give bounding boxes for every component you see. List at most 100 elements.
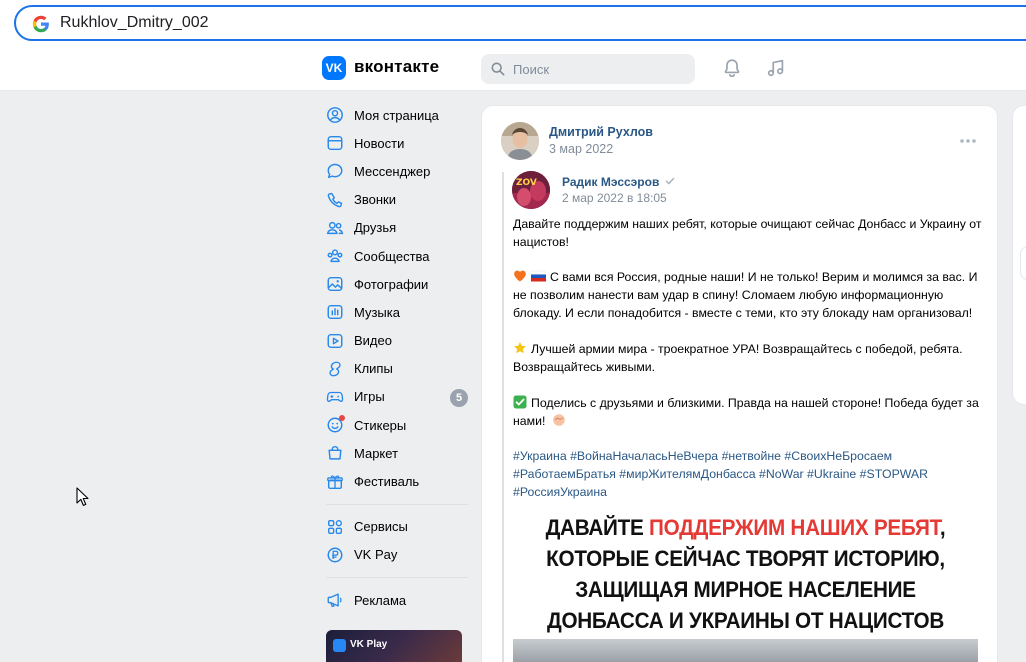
music-bars-icon [327,305,343,320]
megaphone-icon [327,593,342,608]
nav-item-market[interactable]: Маркет [318,439,478,467]
nav-item-calls[interactable]: Звонки [318,186,478,214]
vk-play-promo[interactable]: VK Play [326,630,462,662]
browser-address-bar: Rukhlov_Dmitry_002 [0,0,1026,46]
vk-logo-text[interactable]: вконтакте [354,57,439,77]
paragraph-4-text: Поделись с друзьями и близкими. Правда н… [513,396,979,428]
vk-header: VK вконтакте [0,46,1026,91]
verified-check-icon [665,177,675,185]
mouse-cursor-icon [76,487,89,506]
nav-label: Реклама [354,592,407,608]
post-paragraph-4: Поделись с друзьями и близкими. Правда н… [513,394,985,430]
image-line-3: ЗАЩИЩАЯ МИРНОЕ НАСЕЛЕНИЕ [575,577,916,602]
right-side-card [1012,105,1026,405]
nav-item-stickers[interactable]: Стикеры [318,411,478,439]
post-paragraph-3: Лучшей армии мира - троекратное УРА! Воз… [513,340,985,376]
nav-item-ads[interactable]: Реклама [318,586,478,614]
repost-author-name[interactable]: Радик Мэссэров [562,175,659,189]
post-paragraph-1: Давайте поддержим наших ребят, которые о… [513,217,982,249]
more-options-icon[interactable] [958,134,978,148]
nav-label: VK Pay [354,547,398,563]
nav-label: Мессенджер [354,163,431,179]
nav-item-vkpay[interactable]: VK Pay [318,541,478,569]
check-mark-emoji-icon [513,395,527,409]
image-photo-strip [513,639,978,662]
post-hashtags[interactable]: #Украина #ВойнаНачаласьНеВчера #нетвойне… [513,447,985,501]
gamepad-icon [326,391,344,402]
nav-label: Звонки [354,192,396,208]
image-line-1-highlight: ПОДДЕРЖИМ НАШИХ РЕБЯТ [649,515,940,540]
image-line-1-end: , [939,515,946,540]
nav-item-messenger[interactable]: Мессенджер [318,157,478,185]
russian-flag-icon [530,269,547,283]
sticker-icon-wrap [326,415,345,434]
games-count-badge: 5 [450,388,468,407]
video-icon [327,333,343,348]
vk-logo-icon[interactable]: VK [322,56,346,80]
image-line-2: КОТОРЫЕ СЕЙЧАС ТВОРЯТ ИСТОРИЮ, [546,546,945,571]
nav-item-video[interactable]: Видео [318,327,478,355]
search-input[interactable] [513,54,683,84]
repost-indicator-line [502,172,504,662]
chat-bubble-icon [327,164,343,179]
search-box[interactable] [481,54,695,84]
nav-item-communities[interactable]: Сообщества [318,242,478,270]
address-field[interactable]: Rukhlov_Dmitry_002 [14,5,1026,41]
handshake-emoji-icon [552,413,566,427]
nav-item-music[interactable]: Музыка [318,298,478,326]
nav-item-festival[interactable]: Фестиваль [318,467,478,495]
nav-label: Фестиваль [354,474,420,490]
nav-label: Сервисы [354,519,408,535]
nav-item-services[interactable]: Сервисы [318,513,478,541]
users-icon [326,221,344,234]
nav-item-my-page[interactable]: Моя страница [318,101,478,129]
notification-dot [339,415,345,422]
nav-item-friends[interactable]: Друзья [318,214,478,242]
clips-icon [329,361,341,377]
nav-label: Стикеры [354,417,407,433]
search-icon [491,62,505,76]
nav-label: Фотографии [354,276,429,292]
bell-icon[interactable] [721,57,743,79]
nav-divider [326,577,468,578]
google-icon [32,15,49,33]
right-card-control[interactable] [1020,246,1026,280]
nav-item-photos[interactable]: Фотографии [318,270,478,298]
services-grid-icon [328,519,342,534]
nav-label: Сообщества [354,248,430,264]
post-paragraph-2: С вами вся Россия, родные наши! И не тол… [513,268,985,322]
nav-label: Видео [354,333,392,349]
person-photo-icon [501,122,539,160]
phone-icon [327,192,343,208]
author-name[interactable]: Дмитрий Рухлов [549,125,653,139]
nav-label: Маркет [354,445,399,461]
post-card: Дмитрий Рухлов 3 мар 2022 ZOV Радик Мэсс… [481,105,998,662]
image-line-1: ДАВАЙТЕ ПОДДЕРЖИМ НАШИХ РЕБЯТ, [532,512,960,543]
vk-play-logo-icon [333,639,346,652]
nav-item-news[interactable]: Новости [318,129,478,157]
author-avatar[interactable] [501,122,539,160]
paragraph-3-text: Лучшей армии мира - троекратное УРА! Воз… [513,342,963,374]
repost-date[interactable]: 2 мар 2022 в 18:05 [562,191,667,205]
nav-label: Клипы [354,361,393,377]
star-emoji-icon [513,341,527,355]
post-image-text: ДАВАЙТЕ ПОДДЕРЖИМ НАШИХ РЕБЯТ, КОТОРЫЕ С… [513,506,978,636]
repost-author-avatar[interactable]: ZOV [512,171,550,209]
photo-icon [327,277,343,292]
vk-play-label: VK Play [350,639,388,650]
newspaper-icon [327,136,343,151]
nav-label: Моя страница [354,107,439,123]
address-text[interactable]: Rukhlov_Dmitry_002 [60,14,209,32]
post-image[interactable]: ДАВАЙТЕ ПОДДЕРЖИМ НАШИХ РЕБЯТ, КОТОРЫЕ С… [513,506,978,662]
music-note-icon[interactable] [765,57,787,79]
nav-divider [326,503,468,505]
avatar-zov-text: ZOV [516,178,537,188]
left-nav: Моя страница Новости Мессенджер Звонки Д… [318,101,478,614]
nav-item-clips[interactable]: Клипы [318,355,478,383]
nav-label: Друзья [354,220,397,236]
post-date[interactable]: 3 мар 2022 [549,142,613,156]
nav-label: Новости [354,135,405,151]
nav-item-games[interactable]: Игры 5 [318,383,478,411]
nav-label: Игры [354,389,385,405]
repost-avatar-image: ZOV [512,171,550,209]
